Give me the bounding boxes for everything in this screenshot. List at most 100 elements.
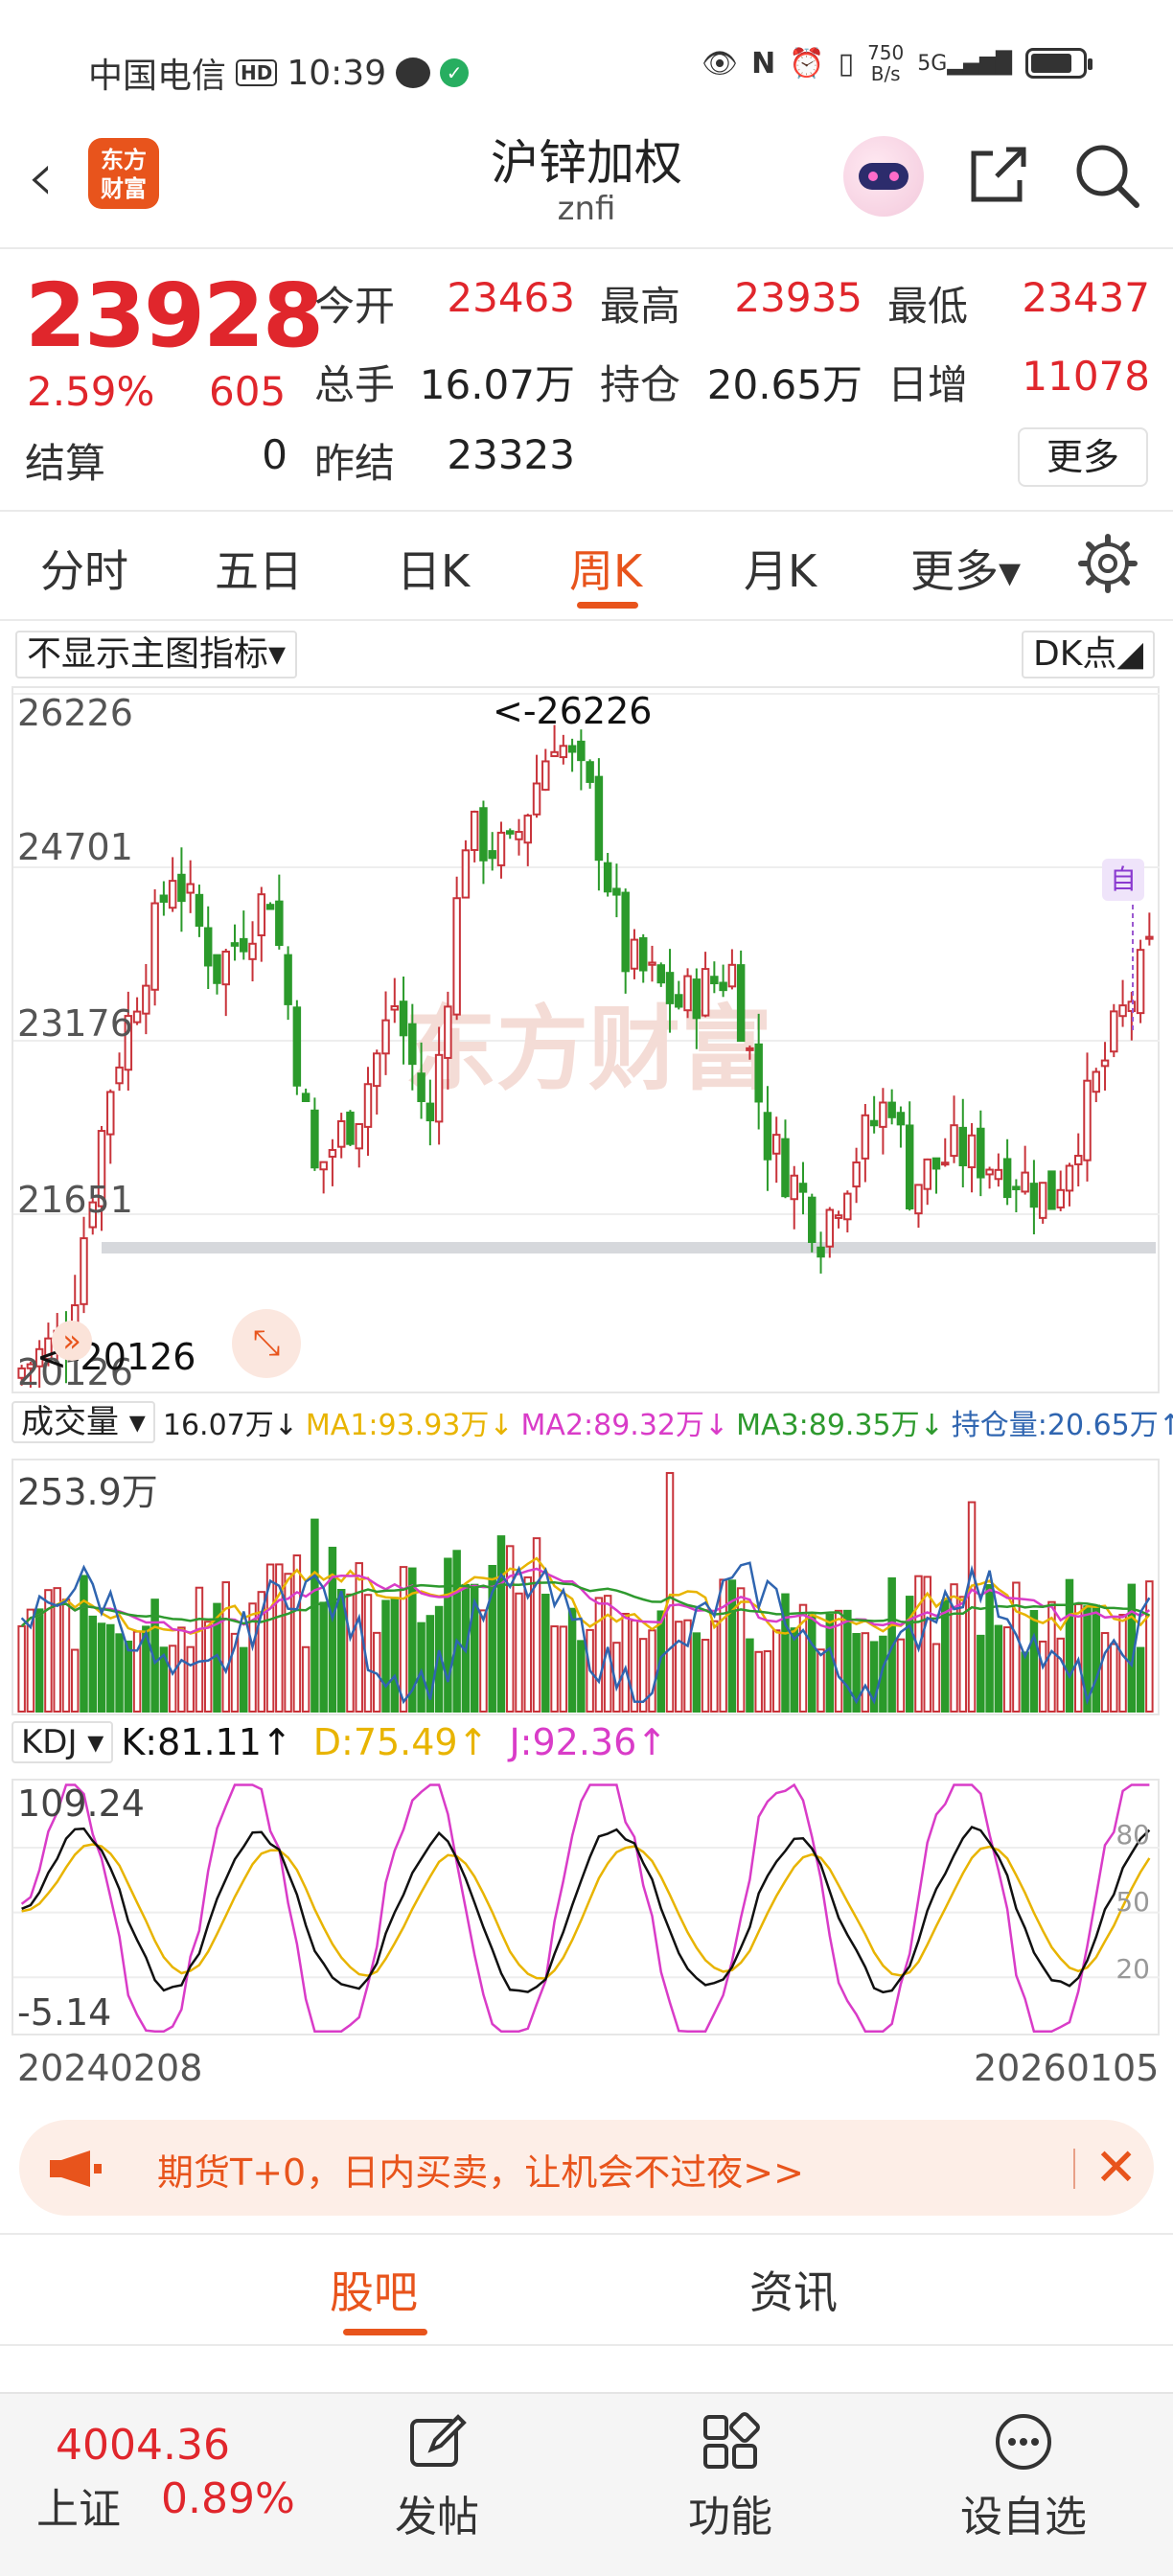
index-ticker[interactable]: 4004.36 上证 0.89% (0, 2394, 307, 2566)
candle-body (630, 938, 639, 970)
message-bubble-icon (396, 58, 431, 88)
volume-bar (710, 1620, 719, 1713)
volume-bar (106, 1623, 115, 1713)
volume-ma2: MA2:89.32万↓ (520, 1409, 729, 1442)
index-value: 4004.36 (56, 2421, 230, 2470)
candle-body (390, 1005, 400, 1011)
tab-minute[interactable]: 分时 (40, 537, 128, 600)
volume-bar (675, 1621, 683, 1713)
functions-button[interactable]: 功能 (654, 2411, 807, 2543)
low-value: 23437 (1022, 274, 1150, 321)
volume-indicator-bar: 成交量 ▾ 16.07万↓ MA1:93.93万↓ MA2:89.32万↓ MA… (12, 1401, 1173, 1443)
assistant-robot-icon[interactable] (843, 136, 924, 217)
self-select-marker[interactable]: 自 (1102, 859, 1144, 901)
candle-body (444, 1005, 452, 1059)
candle-body (771, 1134, 781, 1155)
close-icon[interactable]: ✕ (1094, 2137, 1138, 2198)
candle-body (142, 984, 150, 1015)
kdj-level-50: 50 (1116, 1886, 1150, 1918)
content-tabs: 股吧 资讯 (0, 2239, 1173, 2344)
volume-bar (115, 1633, 124, 1713)
tab-monthly-k[interactable]: 月K (744, 537, 816, 600)
kdj-k-value: K:81.11↑ (121, 1721, 292, 1763)
vibrate-icon: ▯ (838, 46, 855, 80)
tab-more[interactable]: 更多▾ (910, 537, 1021, 600)
candle-body (1145, 935, 1154, 940)
volume-bar (496, 1535, 506, 1714)
tab-daily-k[interactable]: 日K (397, 537, 470, 600)
high-value: 23935 (734, 274, 862, 321)
volume-bar (896, 1638, 906, 1714)
candle-body (1083, 1079, 1092, 1162)
candle-body (719, 981, 727, 992)
volume-bar (1136, 1646, 1145, 1713)
net-speed-unit: B/s (870, 62, 901, 85)
candle-body (958, 1126, 968, 1166)
scroll-left-icon[interactable]: » (52, 1321, 92, 1361)
candle-body (834, 1214, 843, 1219)
dk-point-dropdown[interactable]: DK点◢ (1022, 631, 1156, 678)
quote-divider (0, 510, 1173, 512)
oi-value: 20.65万 (706, 361, 862, 408)
candle-body (559, 745, 568, 759)
signal-icon: 5G▂▄▆█ (917, 51, 1012, 76)
volume-bar (34, 1608, 44, 1713)
candle-body (1047, 1170, 1056, 1210)
post-label: 发帖 (395, 2493, 479, 2542)
candle-body (763, 1112, 772, 1161)
promo-banner[interactable]: 期货T+0，日内买卖，让机会不过夜>> ✕ (19, 2120, 1154, 2216)
kdj-svg (13, 1782, 1160, 2033)
main-indicator-dropdown[interactable]: 不显示主图指标▾ (15, 631, 298, 678)
search-icon[interactable] (1073, 142, 1140, 209)
volume-ma3-line (20, 1580, 1150, 1627)
candle-body (292, 1006, 302, 1087)
quote-panel: 23928 2.59% 605 今开 23463 最高 23935 最低 234… (0, 251, 1173, 510)
candle-body (638, 936, 648, 972)
tab-weekly-k[interactable]: 周K (569, 537, 642, 600)
candle-body (221, 951, 230, 986)
kdj-dropdown[interactable]: KDJ ▾ (12, 1721, 114, 1763)
post-button[interactable]: 发帖 (360, 2411, 514, 2543)
candle-body (798, 1183, 808, 1193)
volume-bar (1056, 1637, 1065, 1714)
last-price: 23928 (25, 264, 324, 367)
daily-inc-label: 日增 (887, 361, 969, 408)
volume-dropdown[interactable]: 成交量 ▾ (12, 1401, 155, 1443)
volume-bar (1021, 1651, 1029, 1713)
volume-chart[interactable]: 253.9万 (12, 1459, 1160, 1715)
candle-body (683, 975, 692, 1012)
kdj-chart[interactable]: 109.24 -5.14 80 50 20 (12, 1779, 1160, 2036)
header-divider (0, 247, 1173, 249)
open-interest-value: 持仓量:20.65万↑ (951, 1409, 1173, 1442)
tab-forum[interactable]: 股吧 (330, 2258, 418, 2321)
more-quote-button[interactable]: 更多 (1018, 427, 1148, 487)
tab-five-day[interactable]: 五日 (215, 537, 303, 600)
settle-label: 结算 (25, 440, 106, 487)
tab-news[interactable]: 资讯 (749, 2258, 838, 2321)
volume-bar (550, 1625, 559, 1713)
volume-bar (977, 1634, 985, 1714)
kdj-d-value: D:75.49↑ (312, 1721, 489, 1763)
volume-bar (390, 1597, 400, 1714)
candle-body (346, 1111, 355, 1145)
candlestick-chart[interactable]: 东方财富 26226 24701 23176 21651 20126 <-262… (12, 686, 1160, 1393)
volume-bar (861, 1632, 870, 1713)
range-scroll-bar[interactable] (102, 1242, 1156, 1254)
candle-body (319, 1161, 328, 1171)
candle-body (977, 1127, 985, 1179)
kdj-j-value: J:92.36↑ (509, 1721, 668, 1763)
volume-bar (763, 1650, 772, 1713)
volume-bar (186, 1645, 195, 1713)
volume-bar (567, 1607, 577, 1713)
volume-bar (1110, 1643, 1118, 1713)
expand-icon[interactable]: ⤡ (232, 1309, 301, 1378)
candle-body (1073, 1155, 1083, 1165)
volume-bar (70, 1648, 80, 1713)
candle-body (887, 1101, 896, 1118)
volume-bar (665, 1472, 675, 1714)
gear-icon[interactable] (1077, 533, 1138, 594)
candle-body (852, 1161, 861, 1188)
candle-body (284, 954, 292, 1005)
share-icon[interactable] (968, 144, 1029, 205)
add-watchlist-button[interactable]: 设自选 (947, 2411, 1100, 2543)
